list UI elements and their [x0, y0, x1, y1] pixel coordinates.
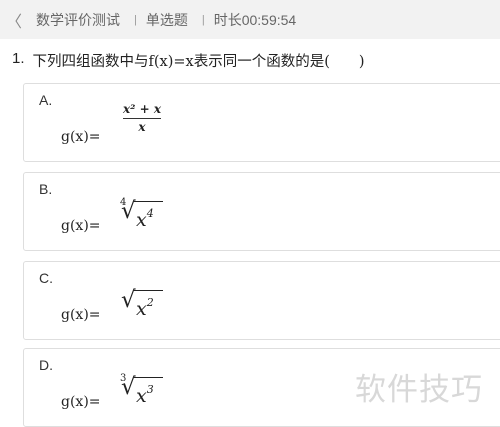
radicand-exponent: 3: [146, 383, 154, 396]
option-a[interactable]: A. g(x)= x² + x x: [23, 83, 500, 162]
radicand: x2: [136, 292, 154, 320]
vinculum: [133, 201, 163, 202]
option-b[interactable]: B. g(x)= 4 √ x4: [23, 172, 500, 251]
radicand-exponent: 4: [146, 207, 154, 220]
radical-sign: √: [121, 374, 136, 400]
radicand-base: x: [136, 385, 147, 407]
denominator: x: [138, 120, 146, 134]
option-prefix: g(x)=: [61, 218, 101, 234]
fraction-bar: [123, 118, 161, 119]
radicand-base: x: [136, 298, 147, 320]
question-title: 1. 下列四组函数中与f(x)=x表示同一个函数的是( ): [12, 50, 365, 71]
radicand-exponent: 2: [146, 296, 154, 309]
option-letter: A.: [39, 92, 53, 108]
question-type: 单选题: [145, 11, 188, 28]
radical-sign: √: [121, 198, 136, 224]
top-bar: 〈 数学评价测试 | 单选题 | 时长 00:59:54: [0, 0, 500, 39]
timer-value: 00:59:54: [241, 11, 297, 28]
radical-sign: √: [121, 287, 136, 313]
question-text: 下列四组函数中与f(x)=x表示同一个函数的是( ): [32, 54, 365, 70]
fraction: x² + x x: [122, 102, 162, 134]
option-prefix: g(x)=: [61, 129, 101, 145]
option-prefix: g(x)=: [61, 307, 101, 323]
option-prefix: g(x)=: [61, 394, 101, 410]
timer-label: 时长: [213, 11, 242, 28]
numerator: x² + x: [123, 102, 161, 116]
option-letter: D.: [39, 357, 53, 373]
watermark-text: 软件技巧: [355, 372, 483, 408]
exam-title: 数学评价测试: [36, 11, 120, 28]
option-letter: C.: [39, 270, 53, 286]
radicand: x4: [136, 203, 154, 231]
question-number: 1.: [12, 50, 25, 67]
option-letter: B.: [39, 181, 53, 197]
separator: |: [201, 13, 205, 26]
radicand: x3: [136, 379, 154, 407]
vinculum: [133, 377, 163, 378]
vinculum: [133, 290, 163, 291]
radicand-base: x: [136, 209, 147, 231]
separator: |: [134, 13, 137, 26]
option-c[interactable]: C. g(x)= √ x2: [23, 261, 500, 340]
chevron-left-icon[interactable]: 〈: [6, 8, 22, 32]
